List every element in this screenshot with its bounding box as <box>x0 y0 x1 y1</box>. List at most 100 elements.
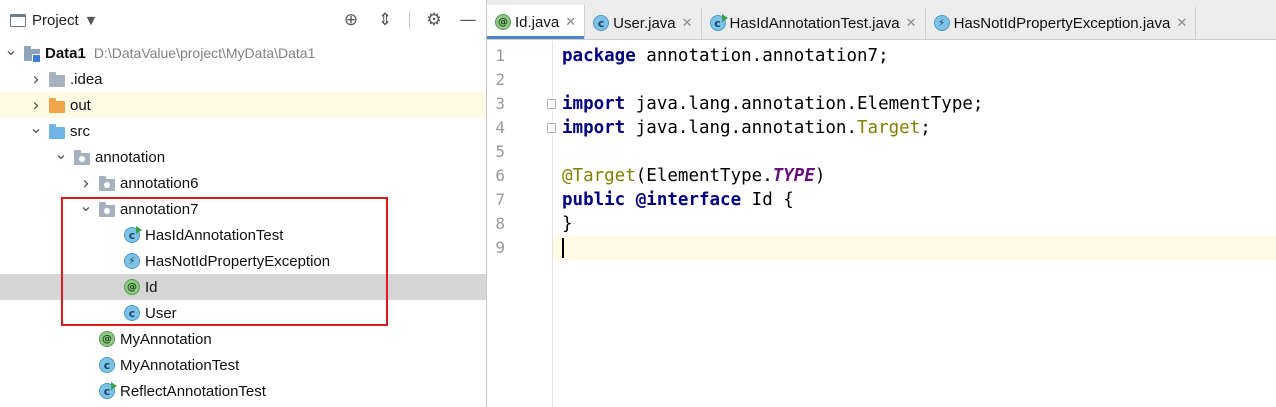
tree-item-label: ReflectAnnotationTest <box>120 382 266 400</box>
chevron-right-icon[interactable]: › <box>29 95 43 116</box>
code-line[interactable]: public @interface Id { <box>553 188 1276 212</box>
tree-item-label: User <box>145 304 177 322</box>
tree-item-label: annotation7 <box>120 200 199 218</box>
code-token: TYPE <box>772 166 815 186</box>
annotation-icon: @ <box>495 14 511 30</box>
project-panel-title: Project <box>32 11 79 29</box>
code-line[interactable] <box>553 236 1276 260</box>
line-number: 9 <box>495 238 505 257</box>
line-number: 6 <box>495 166 505 185</box>
code-token: java.lang.annotation. <box>625 118 858 138</box>
line-number-gutter: 1 2 3 4 5 6 7 8 9 <box>487 41 556 407</box>
code-line[interactable] <box>553 140 1276 164</box>
project-window-icon <box>10 13 26 27</box>
crosshair-icon[interactable]: ⊕ <box>341 10 361 30</box>
code-area[interactable]: package annotation.annotation7; import ja… <box>553 41 1276 407</box>
tree-item[interactable]: ⌄ annotation7 <box>0 196 486 222</box>
line-number: 8 <box>495 214 505 233</box>
excluded-folder-icon <box>49 98 65 113</box>
editor-tab[interactable]: c User.java ✕ <box>585 7 702 39</box>
editor-tab-label: Id.java <box>515 13 560 31</box>
package-icon <box>99 202 115 217</box>
code-line[interactable]: @Target(ElementType.TYPE) <box>553 164 1276 188</box>
code-token: @interface <box>635 190 742 210</box>
class-icon: c <box>124 305 140 321</box>
code-line[interactable]: import java.lang.annotation.ElementType; <box>553 92 1276 116</box>
code-line[interactable]: package annotation.annotation7; <box>553 44 1276 68</box>
code-token: java.lang.annotation.ElementType; <box>625 94 984 114</box>
code-token: @Target <box>562 166 636 186</box>
tree-item-label: HasNotIdPropertyException <box>145 252 331 270</box>
chevron-down-icon[interactable]: ▼ <box>87 14 95 27</box>
minimize-icon[interactable]: — <box>458 10 478 30</box>
class-icon: c <box>99 357 115 373</box>
chevron-right-icon[interactable]: › <box>29 69 43 90</box>
tree-item[interactable]: › .idea <box>0 66 486 92</box>
tree-item[interactable]: c User <box>0 300 486 326</box>
tree-item-label: Id <box>145 278 158 296</box>
code-line[interactable] <box>553 68 1276 92</box>
line-number: 5 <box>495 142 505 161</box>
code-token: import <box>562 118 626 138</box>
editor-tab[interactable]: c HasIdAnnotationTest.java ✕ <box>702 7 926 39</box>
chevron-down-icon[interactable]: ⌄ <box>4 40 18 59</box>
tree-item[interactable]: ⌄ Data1 D:\DataValue\project\MyData\Data1 <box>0 40 486 66</box>
code-line[interactable]: import java.lang.annotation.Target; <box>553 116 1276 140</box>
line-number: 7 <box>495 190 505 209</box>
code-token: Target <box>857 118 921 138</box>
test-class-icon: c <box>124 226 142 243</box>
toolbar-divider <box>409 11 410 29</box>
code-token: Id { <box>741 190 794 210</box>
class-icon: c <box>593 15 610 31</box>
exception-class-icon: ⚡ <box>124 253 140 269</box>
chevron-down-icon[interactable]: ⌄ <box>29 118 43 137</box>
close-icon[interactable]: ✕ <box>1176 15 1187 31</box>
tree-item[interactable]: @ MyAnnotation <box>0 326 486 352</box>
editor-tab-label: HasNotIdPropertyException.java <box>953 14 1171 32</box>
project-path: D:\DataValue\project\MyData\Data1 <box>93 45 316 61</box>
close-icon[interactable]: ✕ <box>906 15 917 31</box>
editor-tab-label: HasIdAnnotationTest.java <box>729 14 900 32</box>
tree-item-label: src <box>70 122 90 140</box>
editor-tab[interactable]: ⚡ HasNotIdPropertyException.java ✕ <box>926 7 1197 39</box>
chevron-right-icon[interactable]: › <box>79 173 93 194</box>
editor-tab-bar: @ Id.java ✕ c User.java ✕ c HasIdAnnotationTest… <box>487 0 1276 40</box>
annotation-icon: @ <box>124 279 140 295</box>
line-number: 1 <box>495 46 505 65</box>
code-token: annotation.annotation7; <box>635 46 889 66</box>
tree-item[interactable]: › out <box>0 92 486 118</box>
tree-item[interactable]: ⌄ src <box>0 118 486 144</box>
code-token: } <box>562 214 573 234</box>
collapse-icon[interactable]: ⇕ <box>375 10 395 30</box>
line-number: 4 <box>495 118 505 137</box>
tree-item-label: .idea <box>70 70 103 88</box>
tree-item[interactable]: c MyAnnotationTest <box>0 352 486 378</box>
project-panel-toolbar: ⊕ ⇕ ⚙ — <box>341 0 478 40</box>
annotation-icon: @ <box>99 331 115 347</box>
chevron-down-icon[interactable]: ⌄ <box>54 144 68 163</box>
project-view-selector[interactable]: Project ▼ <box>0 0 95 40</box>
close-icon[interactable]: ✕ <box>682 15 693 31</box>
line-number: 3 <box>495 94 505 113</box>
tree-item-label: out <box>70 96 91 114</box>
gear-icon[interactable]: ⚙ <box>424 10 444 30</box>
editor-tab[interactable]: @ Id.java ✕ <box>487 5 586 39</box>
tree-item[interactable]: c HasIdAnnotationTest <box>0 222 486 248</box>
module-folder-icon <box>24 46 41 63</box>
close-icon[interactable]: ✕ <box>565 14 576 30</box>
code-token: (ElementType. <box>635 166 773 186</box>
tree-item-label: Data1 <box>45 44 86 62</box>
code-line[interactable]: } <box>553 212 1276 236</box>
tree-item-label: MyAnnotationTest <box>120 356 240 374</box>
package-icon <box>74 150 90 165</box>
tree-item[interactable]: c ReflectAnnotationTest <box>0 378 486 404</box>
tree-item[interactable]: ⚡ HasNotIdPropertyException <box>0 248 486 274</box>
tree-item-label: annotation <box>95 148 166 166</box>
tree-item[interactable]: @ Id <box>0 274 486 300</box>
test-class-icon: c <box>99 382 117 399</box>
tree-item[interactable]: › annotation6 <box>0 170 486 196</box>
test-class-icon: c <box>709 14 728 31</box>
chevron-down-icon[interactable]: ⌄ <box>79 196 93 215</box>
tree-item[interactable]: ⌄ annotation <box>0 144 486 170</box>
